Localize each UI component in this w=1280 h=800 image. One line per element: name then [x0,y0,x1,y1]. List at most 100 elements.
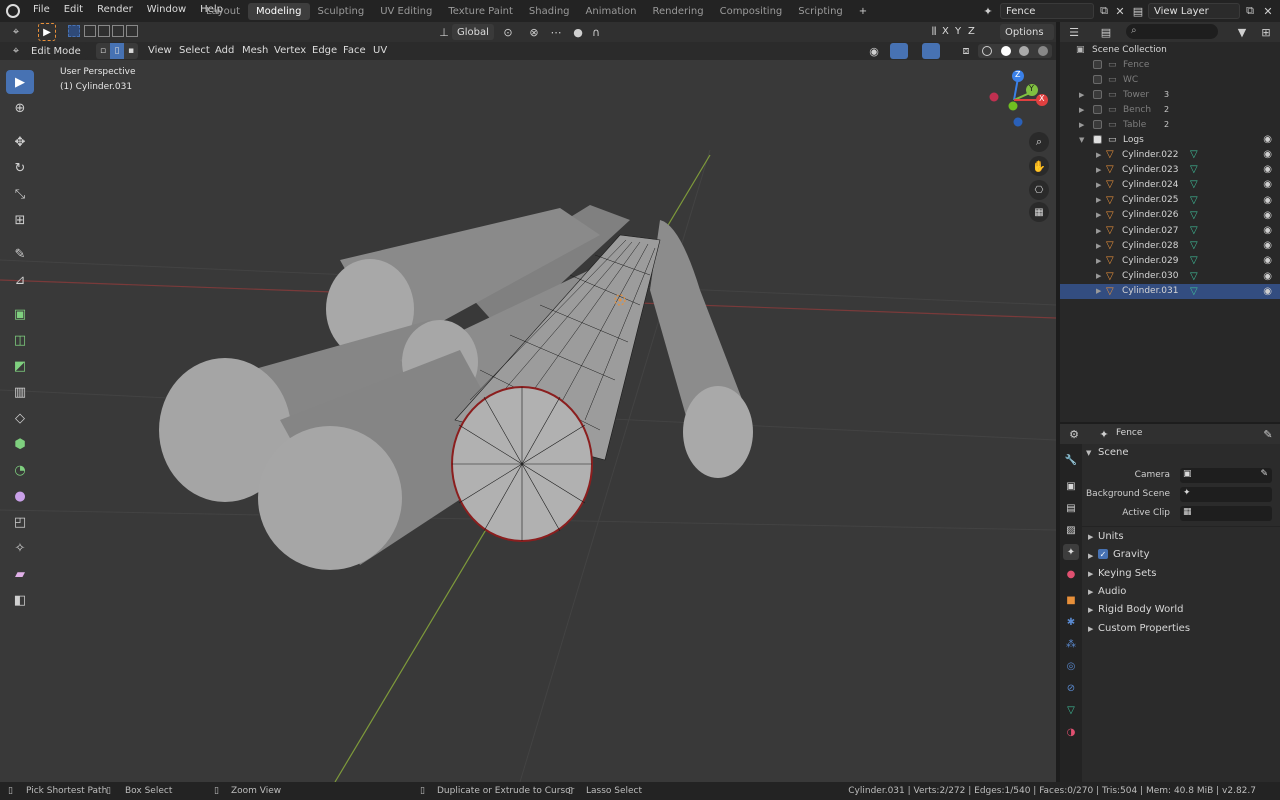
tab-uv-editing[interactable]: UV Editing [372,3,440,20]
mesh-data-icon[interactable]: ▽ [1190,225,1198,236]
mode-dropdown[interactable]: Edit Mode [26,43,88,59]
expand-arrow-icon[interactable]: ▶ [1088,588,1093,596]
ortho-grid-icon[interactable]: ▦ [1029,202,1049,222]
pivot-point-icon[interactable]: ⊙ [500,24,516,40]
3d-viewport[interactable]: User Perspective (1) Cylinder.031 ▶ ⊕ ✥ … [0,60,1056,782]
menu-mesh[interactable]: Mesh [242,45,268,56]
select-tool-icon[interactable]: ▶ [38,23,56,41]
outliner-object-row[interactable]: ▶ ▽ Cylinder.028 ▽ ◉ [1060,238,1280,253]
add-workspace-button[interactable]: + [851,3,875,20]
panel-audio[interactable]: Audio [1098,586,1126,597]
collapse-arrow-icon[interactable]: ▼ [1086,449,1091,457]
eye-icon[interactable]: ◉ [1263,149,1272,160]
expand-arrow-icon[interactable]: ▶ [1096,227,1101,235]
eye-icon[interactable]: ◉ [1263,255,1272,266]
tab-layout[interactable]: Layout [198,3,248,20]
mesh-data-icon[interactable]: ▽ [1190,286,1198,297]
panel-rigid-body-world[interactable]: Rigid Body World [1098,604,1183,615]
editor-type-icon[interactable]: ⌖ [8,24,24,40]
knife-tool[interactable]: ◇ [6,406,34,430]
tab-rendering[interactable]: Rendering [645,3,712,20]
wireframe-shading-icon[interactable] [982,46,993,56]
eye-icon[interactable]: ◉ [1263,134,1272,145]
xray-icon[interactable]: ⧈ [958,43,974,59]
scene-tab-icon[interactable]: ✦ [1063,544,1079,560]
eye-icon[interactable]: ◉ [1263,286,1272,297]
collection-checkbox[interactable] [1093,90,1102,99]
shear-tool[interactable]: ▰ [6,562,34,586]
panel-gravity[interactable]: Gravity [1113,549,1150,560]
material-tab-icon[interactable]: ◑ [1063,724,1079,740]
select-box-tool[interactable]: ▶ [6,70,34,94]
select-new-icon[interactable] [68,25,80,37]
menu-window[interactable]: Window [140,4,193,15]
expand-arrow-icon[interactable]: ▶ [1096,257,1101,265]
edge-select-icon[interactable]: ▯ [110,43,124,59]
blender-logo-icon[interactable] [6,4,20,18]
eye-icon[interactable]: ◉ [1263,210,1272,221]
mirror-icon[interactable]: ⫴ [926,24,942,40]
extrude-tool[interactable]: ▣ [6,302,34,326]
tab-shading[interactable]: Shading [521,3,578,20]
select-intersect-icon[interactable] [126,25,138,37]
cursor-tool[interactable]: ⊕ [6,96,34,120]
expand-arrow-icon[interactable]: ▶ [1088,570,1093,578]
delete-view-layer-icon[interactable]: ✕ [1260,3,1276,19]
shrink-fatten-tool[interactable]: ✧ [6,536,34,560]
outliner-object-row[interactable]: ▶ ▽ Cylinder.026 ▽ ◉ [1060,208,1280,223]
physics-tab-icon[interactable]: ◎ [1063,658,1079,674]
menu-uv[interactable]: UV [373,45,387,56]
menu-vertex[interactable]: Vertex [274,45,306,56]
object-tab-icon[interactable]: ■ [1063,592,1079,608]
collection-checkbox[interactable] [1093,105,1102,114]
outliner-collection-row[interactable]: ▶ ▭ Table 2 [1060,117,1280,132]
outliner-collection-row[interactable]: ▶ ▭ Bench 2 [1060,102,1280,117]
display-mode-icon[interactable]: ▤ [1098,24,1114,40]
collection-checkbox[interactable] [1093,120,1102,129]
tab-modeling[interactable]: Modeling [248,3,310,20]
new-view-layer-icon[interactable]: ⧉ [1242,3,1258,19]
gravity-checkbox[interactable]: ✓ [1098,549,1108,559]
eye-icon[interactable]: ◉ [1263,225,1272,236]
mesh-data-icon[interactable]: ▽ [1190,255,1198,266]
expand-arrow-icon[interactable]: ▶ [1096,272,1101,280]
outliner-object-row[interactable]: ▶ ▽ Cylinder.030 ▽ ◉ [1060,269,1280,284]
view-layer-tab-icon[interactable]: ▨ [1063,522,1079,538]
expand-arrow-icon[interactable]: ▶ [1079,121,1084,129]
eye-icon[interactable]: ◉ [1263,179,1272,190]
panel-custom-properties[interactable]: Custom Properties [1098,623,1190,634]
camera-field[interactable]: ▣ ✎ [1180,468,1272,483]
tab-scripting[interactable]: Scripting [790,3,850,20]
scene-name-field[interactable]: Fence [1000,3,1094,19]
menu-edge[interactable]: Edge [312,45,337,56]
panel-units[interactable]: Units [1098,531,1124,542]
view-layer-field[interactable]: View Layer [1148,3,1240,19]
edge-slide-tool[interactable]: ◰ [6,510,34,534]
measure-tool[interactable]: ⊿ [6,268,34,292]
scale-tool[interactable]: ⤡ [6,182,34,206]
mesh-data-icon[interactable]: ▽ [1190,164,1198,175]
outliner-object-row[interactable]: ▶ ▽ Cylinder.024 ▽ ◉ [1060,177,1280,192]
expand-arrow-icon[interactable]: ▶ [1096,287,1101,295]
editor-type-icon[interactable]: ⚙ [1066,426,1082,442]
tab-sculpting[interactable]: Sculpting [310,3,373,20]
mesh-data-icon[interactable]: ▽ [1190,240,1198,251]
smooth-tool[interactable]: ● [6,484,34,508]
collection-checkbox[interactable] [1093,75,1102,84]
outliner-object-row[interactable]: ▶ ▽ Cylinder.029 ▽ ◉ [1060,253,1280,268]
face-select-icon[interactable]: ▪ [124,43,138,59]
eye-icon[interactable]: ◉ [1263,240,1272,251]
visibility-icon[interactable]: ◉ [866,43,882,59]
zoom-icon[interactable]: ⌕ [1029,132,1049,152]
bevel-tool[interactable]: ◩ [6,354,34,378]
expand-arrow-icon[interactable]: ▶ [1079,91,1084,99]
menu-render[interactable]: Render [90,4,140,15]
mesh-data-icon[interactable]: ▽ [1190,179,1198,190]
pan-hand-icon[interactable]: ✋ [1029,156,1049,176]
tab-animation[interactable]: Animation [578,3,645,20]
expand-arrow-icon[interactable]: ▶ [1096,181,1101,189]
snap-icon[interactable]: ⊗ [526,24,542,40]
mirror-y-toggle[interactable]: Y [955,26,961,37]
mesh-data-icon[interactable]: ▽ [1190,149,1198,160]
poly-build-tool[interactable]: ⬢ [6,432,34,456]
